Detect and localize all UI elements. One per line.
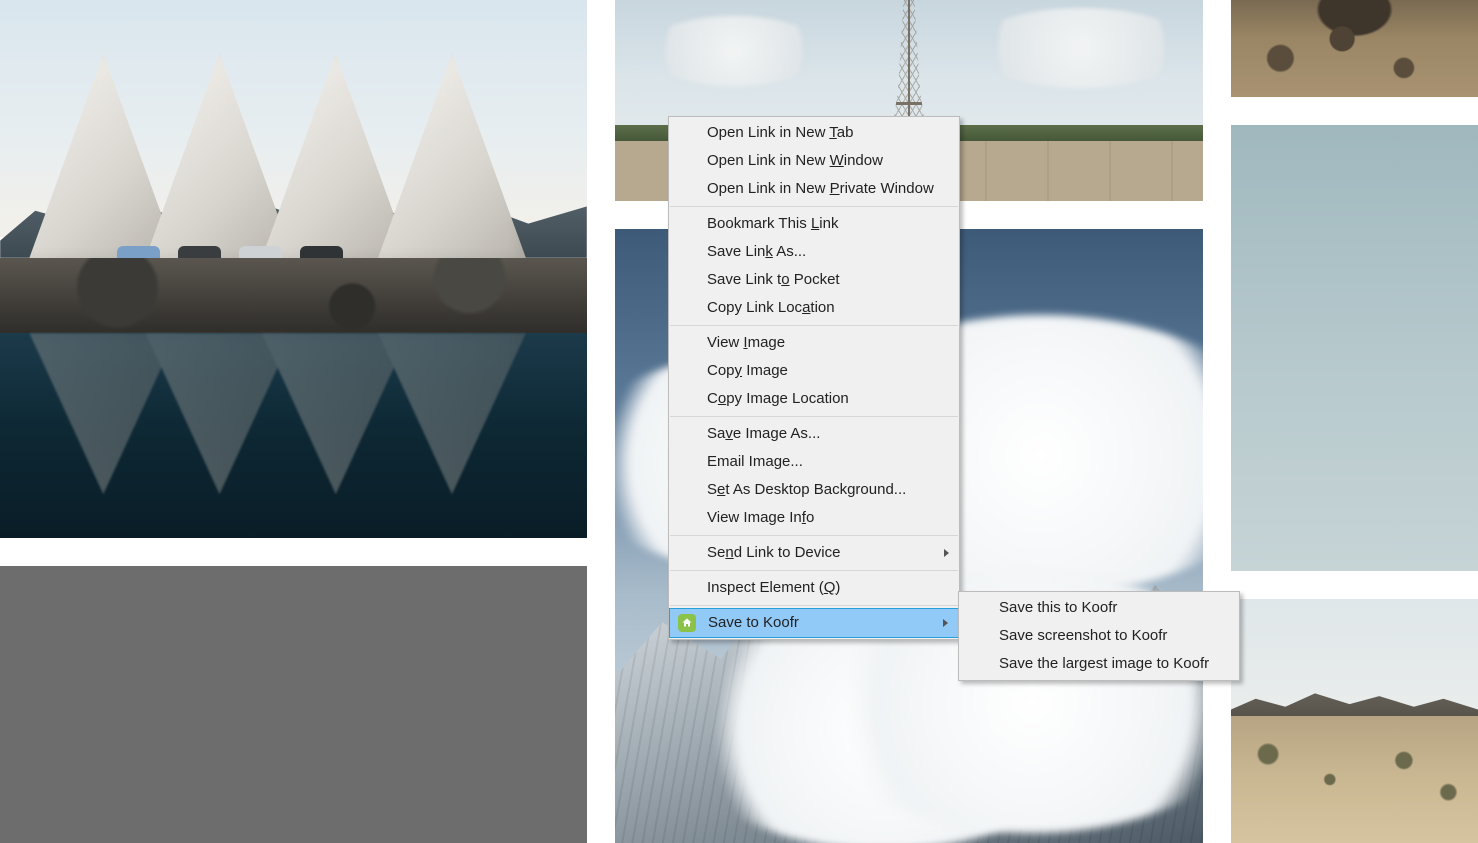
ctx-item-label: rivate Window: [840, 180, 934, 197]
ctx-item-label: tion: [810, 299, 834, 316]
ctx-item-email-image[interactable]: Email Image...: [669, 448, 959, 476]
ctx-item-set-as-desktop-background[interactable]: Set As Desktop Background...: [669, 476, 959, 504]
ctx-separator: [670, 416, 958, 417]
gallery-image[interactable]: [1231, 125, 1478, 571]
submenu-arrow-icon: [944, 549, 949, 557]
ctx-item-copy-link-location[interactable]: Copy Link Location: [669, 294, 959, 322]
context-submenu[interactable]: Save this to Koofr Save screenshot to Koo…: [958, 591, 1240, 681]
ctx-item-label: Save this to Koofr: [999, 599, 1117, 616]
ctx-item-label: Pocket: [790, 271, 840, 288]
ctx-item-label: Se: [707, 544, 725, 561]
ctx-item-label: S: [707, 481, 717, 498]
context-menu[interactable]: Open Link in New TabOpen Link in New Win…: [668, 116, 960, 640]
ctx-item-save-image-as[interactable]: Save Image As...: [669, 420, 959, 448]
ctx-item-mnemonic: v: [725, 425, 733, 442]
ctx-item-open-link-in-new-private-window[interactable]: Open Link in New Private Window: [669, 175, 959, 203]
ctx-item-open-link-in-new-window[interactable]: Open Link in New Window: [669, 147, 959, 175]
ctx-item-save-to-koofr[interactable]: Save to Koofr: [669, 608, 959, 638]
ctx-item-label: Email Ima: [707, 453, 774, 470]
ctx-item-label: t As Desktop Background...: [725, 481, 906, 498]
ctx-separator: [670, 605, 958, 606]
ctx-item-mnemonic: y: [735, 362, 743, 379]
ctx-item-label: Save to Koofr: [708, 614, 799, 631]
ctx-item-label: C: [707, 390, 718, 407]
ctx-separator: [670, 570, 958, 571]
ctx-item-label: Inspect Element (: [707, 579, 824, 596]
ctx-item-mnemonic: k: [765, 243, 773, 260]
ctx-item-label: Save screenshot to Koofr: [999, 627, 1167, 644]
ctx-item-mnemonic: Q: [824, 579, 836, 596]
ctx-item-label: Image: [742, 362, 788, 379]
gallery-image[interactable]: [0, 0, 587, 538]
ctx-item-label: ab: [837, 124, 854, 141]
koofr-icon: [678, 614, 696, 632]
ctx-separator: [670, 206, 958, 207]
gallery-image[interactable]: [1231, 599, 1478, 843]
ctx-item-mnemonic: n: [725, 544, 733, 561]
gallery-column-1: [0, 0, 587, 843]
ctx-item-mnemonic: W: [830, 152, 844, 169]
ctx-item-mnemonic: g: [774, 453, 782, 470]
ctx-separator: [670, 535, 958, 536]
ctx-item-label: ink: [819, 215, 838, 232]
ctx-item-save-link-to-pocket[interactable]: Save Link to Pocket: [669, 266, 959, 294]
ctx-item-label: Save Lin: [707, 243, 765, 260]
ctx-sub-item-save-the-largest-image-to-koofr[interactable]: Save the largest image to Koofr: [959, 650, 1239, 678]
ctx-item-label: Open Link in New: [707, 124, 829, 141]
ctx-item-label: Copy Link Loc: [707, 299, 802, 316]
ctx-item-label: o: [806, 509, 814, 526]
ctx-item-label: Open Link in New: [707, 152, 830, 169]
ctx-item-copy-image[interactable]: Copy Image: [669, 357, 959, 385]
ctx-item-mnemonic: o: [781, 271, 789, 288]
ctx-item-label: Open Link in New: [707, 180, 830, 197]
ctx-item-save-link-as[interactable]: Save Link As...: [669, 238, 959, 266]
gallery-column-3: [1231, 0, 1478, 843]
ctx-item-mnemonic: o: [718, 390, 726, 407]
ctx-item-label: Bookmark This: [707, 215, 811, 232]
ctx-item-label: View: [707, 334, 743, 351]
ctx-item-label: e...: [782, 453, 803, 470]
ctx-item-label: Save Link t: [707, 271, 781, 288]
ctx-item-mnemonic: P: [830, 180, 840, 197]
ctx-item-open-link-in-new-tab[interactable]: Open Link in New Tab: [669, 119, 959, 147]
ctx-item-label: Save the largest image to Koofr: [999, 655, 1209, 672]
ctx-item-inspect-element-q[interactable]: Inspect Element (Q): [669, 574, 959, 602]
ctx-item-label: View Image In: [707, 509, 802, 526]
ctx-item-label: py Image Location: [726, 390, 849, 407]
ctx-item-bookmark-this-link[interactable]: Bookmark This Link: [669, 210, 959, 238]
ctx-item-view-image-info[interactable]: View Image Info: [669, 504, 959, 532]
ctx-item-mnemonic: T: [829, 124, 837, 141]
ctx-item-label: e Image As...: [733, 425, 821, 442]
ctx-item-label: Cop: [707, 362, 735, 379]
ctx-sub-item-save-this-to-koofr[interactable]: Save this to Koofr: [959, 594, 1239, 622]
ctx-item-label: As...: [773, 243, 806, 260]
ctx-item-copy-image-location[interactable]: Copy Image Location: [669, 385, 959, 413]
ctx-item-label: indow: [844, 152, 883, 169]
ctx-item-label: mage: [748, 334, 786, 351]
ctx-separator: [670, 325, 958, 326]
ctx-item-view-image[interactable]: View Image: [669, 329, 959, 357]
ctx-item-label: Sa: [707, 425, 725, 442]
gallery-image[interactable]: [1231, 0, 1478, 97]
ctx-item-label: d Link to Device: [734, 544, 841, 561]
ctx-sub-item-save-screenshot-to-koofr[interactable]: Save screenshot to Koofr: [959, 622, 1239, 650]
gallery-image[interactable]: [0, 566, 587, 843]
ctx-item-send-link-to-device[interactable]: Send Link to Device: [669, 539, 959, 567]
submenu-arrow-icon: [943, 619, 948, 627]
ctx-item-label: ): [835, 579, 840, 596]
